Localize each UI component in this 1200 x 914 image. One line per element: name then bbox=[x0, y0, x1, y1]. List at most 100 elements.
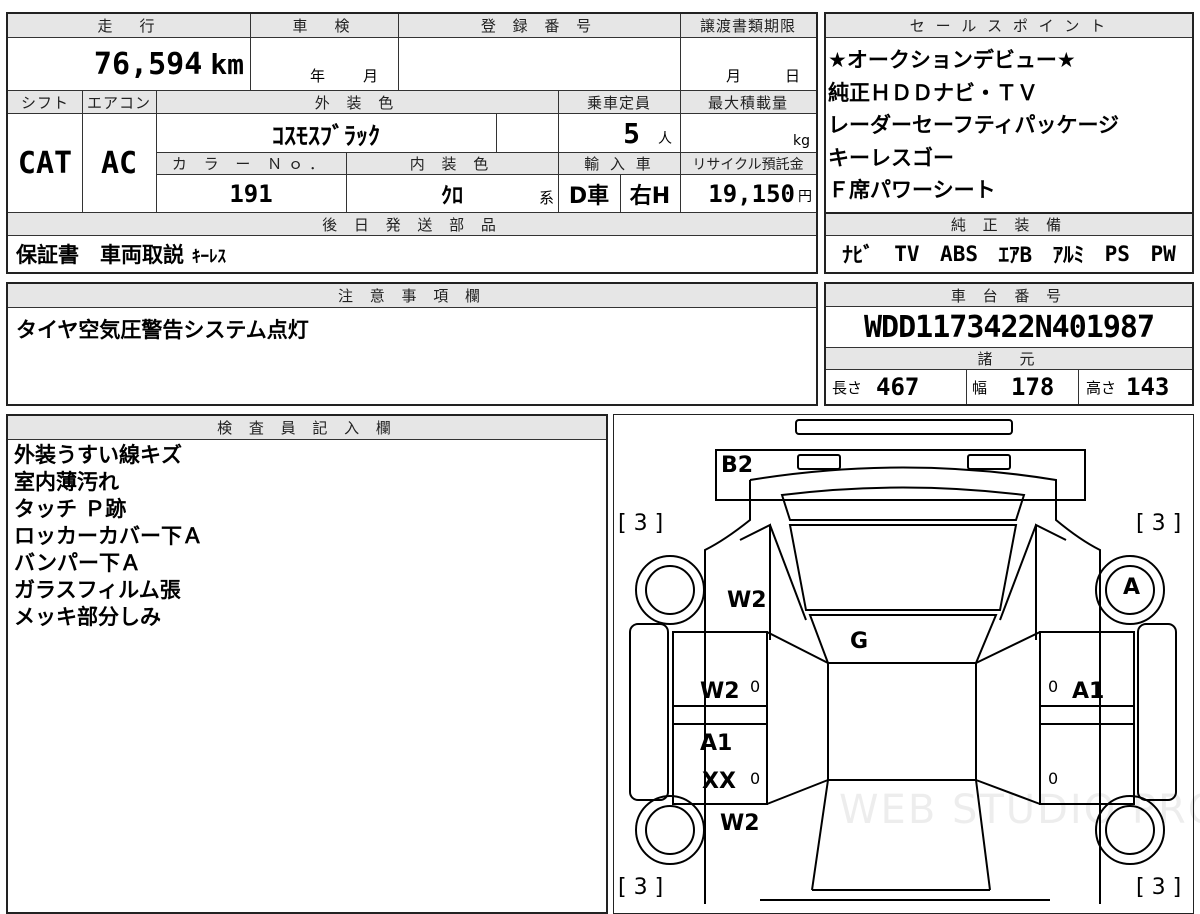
inspector-header: 検 査 員 記 入 欄 bbox=[8, 416, 606, 440]
interior-color-value-cell: ｸﾛ 系 bbox=[346, 175, 558, 212]
inspector-item: メッキ部分しみ bbox=[14, 605, 161, 629]
equipment-item: ABS bbox=[940, 242, 978, 266]
height-cell: 高さ 143 bbox=[1078, 370, 1192, 404]
mark-right-rear-door: A1 bbox=[1072, 679, 1105, 704]
transfer-value-cell: 月 日 bbox=[680, 38, 816, 90]
transfer-deadline-header: 譲渡書類期限 bbox=[680, 14, 816, 38]
chassis-header: 車 台 番 号 bbox=[826, 284, 1192, 307]
sales-points-header: セ ー ル ス ポ イ ン ト bbox=[826, 14, 1192, 38]
mark-left-front-door-2: XX bbox=[702, 769, 736, 794]
mark-zero: 0 bbox=[750, 769, 761, 788]
shift-value-cell: CAT bbox=[8, 114, 82, 212]
mark-tire-front-left: [ 3 ] bbox=[618, 875, 664, 900]
sales-point-item: ★オークションデビュー★ bbox=[828, 48, 1076, 72]
height-label: 高さ bbox=[1086, 378, 1117, 397]
mileage-value: 76,594 bbox=[93, 46, 203, 82]
transfer-month: 月 bbox=[725, 67, 741, 85]
inspector-item: ガラスフィルム張 bbox=[14, 578, 181, 602]
import-type-cell: D車 bbox=[558, 175, 620, 212]
mark-zero: 0 bbox=[1048, 677, 1059, 696]
exterior-color-value-cell: ｺｽﾓｽﾌﾞﾗｯｸ bbox=[156, 114, 496, 152]
max-load-value-cell: kg bbox=[680, 114, 816, 152]
inspector-item: 外装うすい線キズ bbox=[14, 443, 182, 467]
exterior-color-header: 外 装 色 bbox=[156, 91, 558, 114]
watermark: WEB STUDIO PRO bbox=[839, 787, 1200, 833]
recycle-value-cell: 19,150 円 bbox=[680, 175, 816, 212]
equipment-box: 純 正 装 備 ﾅﾋﾞ TV ABS ｴｱB ｱﾙﾐ PS PW bbox=[824, 212, 1194, 274]
width-value: 178 bbox=[1011, 373, 1055, 401]
mark-tire-front-right: [ 3 ] bbox=[1136, 875, 1182, 900]
mark-tire-rear-right: [ 3 ] bbox=[1136, 511, 1182, 536]
mark-left-rear-door: W2 bbox=[700, 679, 740, 704]
inspector-item: 室内薄汚れ bbox=[14, 470, 119, 494]
color-number-value-cell: 191 bbox=[156, 175, 346, 212]
mark-left-front-door: A1 bbox=[700, 731, 733, 756]
mark-zero: 0 bbox=[1048, 769, 1059, 788]
exterior-color-value: ｺｽﾓｽﾌﾞﾗｯｸ bbox=[272, 121, 380, 150]
mark-glass: G bbox=[850, 629, 869, 654]
recycle-value: 19,150 bbox=[708, 179, 795, 208]
shaken-month: 月 bbox=[363, 67, 379, 85]
handle-value: 右H bbox=[629, 183, 671, 209]
inspector-list: 外装うすい線キズ 室内薄汚れ タッチ Ｐ跡 ロッカーカバー下Ａ バンパー下Ａ ガ… bbox=[14, 442, 203, 631]
shaken-header: 車 検 bbox=[250, 14, 398, 38]
recycle-unit: 円 bbox=[798, 189, 812, 205]
recycle-header: リサイクル預託金 bbox=[680, 152, 816, 175]
equipment-item: PS bbox=[1104, 242, 1130, 266]
ac-value-cell: AC bbox=[82, 114, 156, 212]
notes-text: タイヤ空気圧警告システム点灯 bbox=[16, 318, 309, 342]
equipment-item: TV bbox=[894, 242, 920, 266]
sales-points-list: ★オークションデビュー★ 純正ＨＤＤナビ・ＴＶ レーダーセーフティパッケージ キ… bbox=[828, 44, 1119, 207]
inspector-item: ロッカーカバー下Ａ bbox=[14, 524, 203, 548]
mileage-unit: km bbox=[210, 47, 244, 81]
mark-rear-bumper: B2 bbox=[721, 453, 754, 478]
width-label: 幅 bbox=[972, 378, 988, 397]
chassis-number-cell: WDD1173422N401987 bbox=[826, 307, 1192, 347]
registration-header: 登 録 番 号 bbox=[398, 14, 680, 38]
equipment-item: ﾅﾋﾞ bbox=[842, 243, 874, 267]
shaken-value-cell: 年 月 bbox=[250, 38, 398, 90]
equipment-item: ｴｱB bbox=[998, 243, 1033, 267]
import-header: 輸 入 車 bbox=[558, 152, 680, 175]
specs-header: 諸 元 bbox=[826, 347, 1192, 370]
shift-header: シフト bbox=[8, 91, 82, 114]
interior-color-header: 内 装 色 bbox=[346, 152, 558, 175]
later-parts-value: 保証書 車両取説 bbox=[16, 243, 184, 267]
handle-cell: 右H bbox=[620, 175, 680, 212]
sales-point-item: レーダーセーフティパッケージ bbox=[828, 113, 1120, 137]
mark-left-fender: W2 bbox=[720, 811, 760, 836]
mileage-header: 走 行 bbox=[8, 14, 250, 38]
notes-box: 注 意 事 項 欄 タイヤ空気圧警告システム点灯 bbox=[6, 282, 818, 406]
chassis-box: 車 台 番 号 WDD1173422N401987 諸 元 長さ 467 幅 1… bbox=[824, 282, 1194, 406]
equipment-item: ｱﾙﾐ bbox=[1052, 243, 1085, 267]
sales-points-box: セ ー ル ス ポ イ ン ト ★オークションデビュー★ 純正ＨＤＤナビ・ＴＶ … bbox=[824, 12, 1194, 214]
ac-header: エアコン bbox=[82, 91, 156, 114]
equipment-list: ﾅﾋﾞ TV ABS ｴｱB ｱﾙﾐ PS PW bbox=[826, 236, 1192, 272]
capacity-header: 乗車定員 bbox=[558, 91, 680, 114]
color-number-value: 191 bbox=[229, 179, 273, 208]
inspector-item: バンパー下Ａ bbox=[14, 551, 142, 575]
later-parts-small: ｷｰﾚｽ bbox=[192, 246, 226, 267]
length-label: 長さ bbox=[832, 378, 863, 397]
inspector-box: 検 査 員 記 入 欄 外装うすい線キズ 室内薄汚れ タッチ Ｐ跡 ロッカーカバ… bbox=[6, 414, 608, 914]
later-parts-value-cell: 保証書 車両取説 ｷｰﾚｽ bbox=[8, 236, 816, 272]
mark-right-quarter: A bbox=[1123, 575, 1141, 600]
vehicle-info-table: 走 行 車 検 登 録 番 号 譲渡書類期限 76,594 km 年 月 月 日… bbox=[6, 12, 818, 274]
length-value: 467 bbox=[876, 373, 920, 401]
capacity-value-cell: 5 人 bbox=[558, 114, 680, 152]
width-cell: 幅 178 bbox=[966, 370, 1078, 404]
mark-left-quarter: W2 bbox=[727, 588, 767, 613]
ac-value: AC bbox=[100, 145, 138, 181]
damage-diagram-box: B2 [ 3 ] [ 3 ] [ 3 ] [ 3 ] W2 A G W2 A1 … bbox=[613, 414, 1200, 914]
chassis-number: WDD1173422N401987 bbox=[863, 309, 1155, 345]
max-load-unit: kg bbox=[793, 133, 810, 149]
sales-point-item: Ｆ席パワーシート bbox=[828, 178, 996, 202]
equipment-header: 純 正 装 備 bbox=[826, 214, 1192, 236]
shaken-year: 年 bbox=[309, 67, 325, 85]
interior-color-suffix: 系 bbox=[538, 189, 554, 207]
transfer-day: 日 bbox=[785, 67, 801, 85]
shift-value: CAT bbox=[17, 145, 73, 181]
length-cell: 長さ 467 bbox=[826, 370, 966, 404]
max-load-header: 最大積載量 bbox=[680, 91, 816, 114]
mark-zero: 0 bbox=[750, 677, 761, 696]
